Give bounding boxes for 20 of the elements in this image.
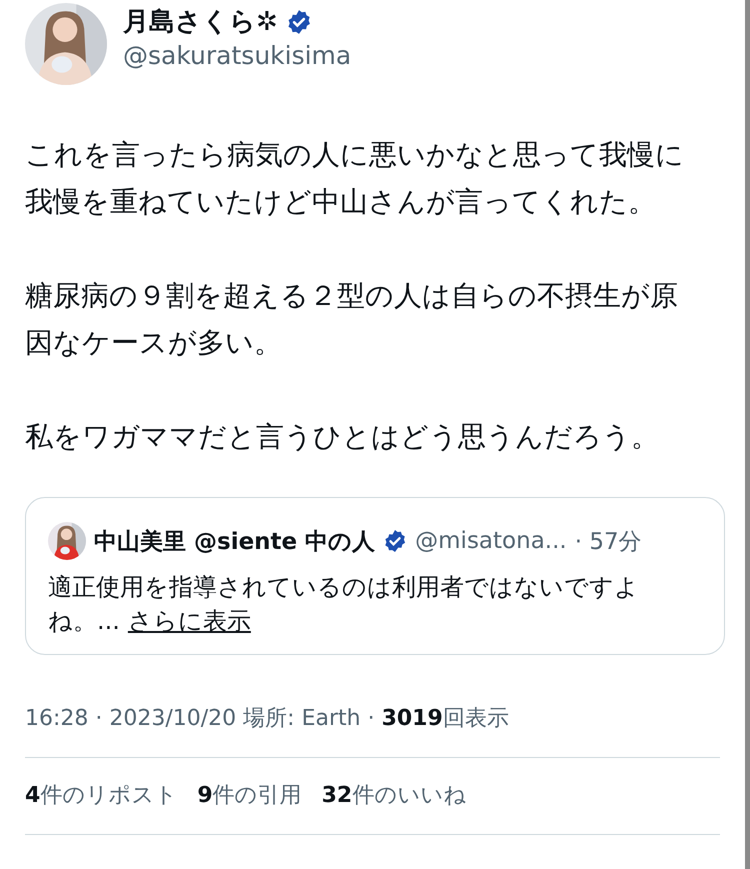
- verified-badge-icon: [383, 529, 408, 553]
- tweet-text: 私をワガママだと言うひとはどう思うんだろう。: [25, 419, 660, 455]
- quoted-author-name: 中山美里 @siente 中の人: [94, 528, 376, 556]
- author-handle[interactable]: @sakuratsukisima: [123, 41, 352, 70]
- tweet-text: これを言ったら病気の人に悪いかなと思って我慢に: [25, 137, 685, 173]
- stat-link[interactable]: 32件のいいね: [322, 780, 466, 810]
- stat-link[interactable]: 9件の引用: [197, 780, 302, 810]
- quoted-author-handle: @misatona...: [415, 528, 567, 554]
- quoted-tweet-card[interactable]: 中山美里 @siente 中の人 @misatona... · 57分 適正使用を指導されているのは利用者ではないですよ ね。... さらに表示: [25, 497, 725, 655]
- stat-link[interactable]: 4件のリポスト: [25, 780, 178, 810]
- show-more-link[interactable]: さらに表示: [128, 607, 251, 635]
- quoted-text: ね。...: [48, 607, 120, 635]
- quoted-time: · 57分: [574, 528, 642, 556]
- verified-badge-icon: [286, 8, 312, 34]
- tweet-text: 我慢を重ねていたけど中山さんが言ってくれた。: [25, 184, 657, 220]
- author-name[interactable]: 月島さくら✲: [123, 4, 278, 39]
- tweet-meta: 16:28 · 2023/10/20 場所: Earth · 3019回表示: [25, 703, 720, 758]
- quoted-text: 適正使用を指導されているのは利用者ではないですよ: [48, 572, 640, 603]
- tweet-text: 糖尿病の９割を超える２型の人は自らの不摂生が原: [25, 278, 679, 314]
- tweet-text: 因なケースが多い。: [25, 325, 283, 361]
